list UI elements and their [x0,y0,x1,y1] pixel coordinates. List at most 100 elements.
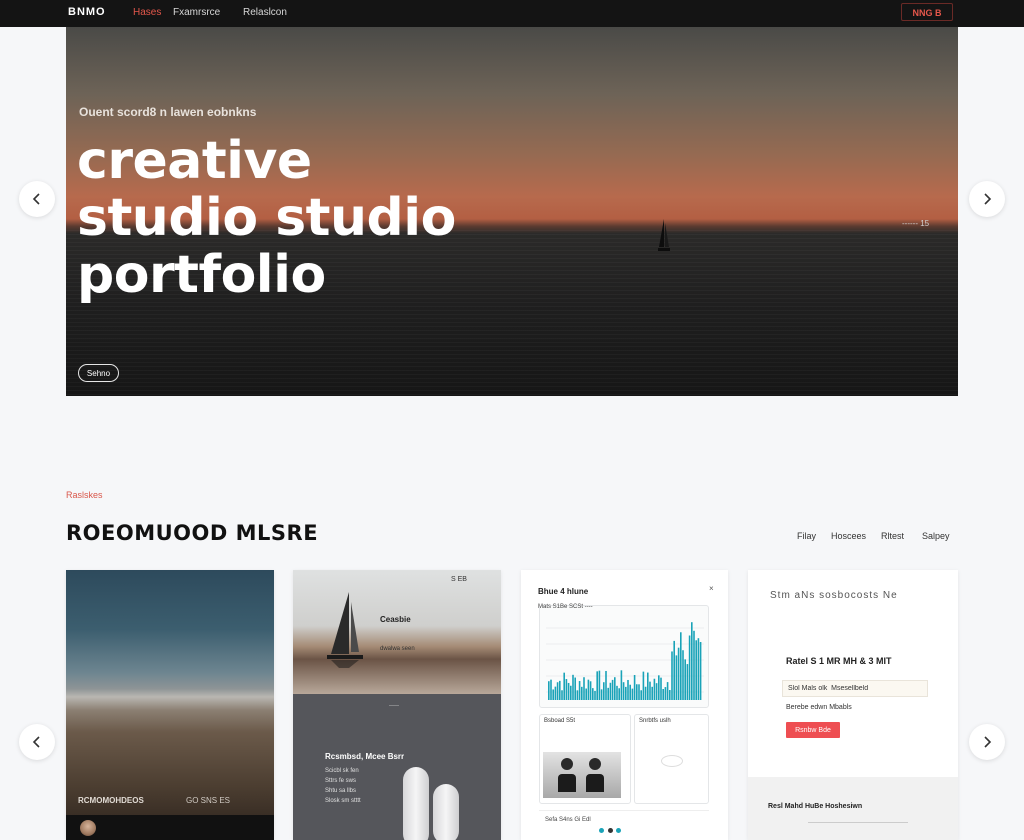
cards-next-button[interactable] [969,724,1005,760]
device-pill-1 [403,767,429,840]
chart-bar [658,675,660,700]
tile1-label: Bsboad S5t [544,718,576,724]
team-photo [543,752,621,798]
chart-bar [677,647,680,700]
chart-bar [614,677,616,700]
chart-bar [565,679,568,700]
card1-caption-meta: GO SNS ES [186,796,231,805]
card4-input[interactable] [782,680,928,697]
section-eyebrow: Raslskes [66,490,103,500]
chart-bar [603,682,605,700]
card4-sketch-heading: Stm aNs sosbocosts Ne [770,590,898,601]
chart-bar [561,690,563,700]
chart-bar [620,670,623,700]
chart-bar [697,638,700,700]
filter-3[interactable]: Rltest [881,531,904,541]
dashboard-chart [539,605,709,708]
chevron-right-icon [984,736,992,748]
portfolio-card-4[interactable]: Stm aNs sosbocosts Ne Ratel S 1 MR MH & … [748,570,958,840]
person-body [586,774,604,792]
chart-bar [662,689,664,700]
chart-bar [581,686,583,700]
nav-cta-button[interactable]: NNG B [901,3,953,21]
nav-link-1[interactable]: Hases [133,7,161,18]
chart-bar [554,686,557,700]
chart-bar [633,674,636,700]
card4-footer-title: Resl Mahd HuBe Hoshesiwn [768,803,863,810]
chart-bar [548,681,550,700]
tile2-label: Snrbtfs uslh [639,718,671,724]
sailboat-icon [658,219,670,251]
chart-bar [649,681,651,700]
hero-prev-button[interactable] [19,181,55,217]
hero-button[interactable]: Sehno [78,364,119,382]
person-head [561,758,573,770]
card2-panel-line-1: Scicbl sk fen [325,768,359,774]
close-icon[interactable]: × [709,584,714,593]
status-dots [599,828,623,834]
card2-panel-line-4: Slosk sm stttt [325,798,361,804]
avatar [80,820,96,836]
bar-chart [546,622,704,700]
chart-header: Mats S1Be SCSt ---- [538,604,593,610]
status-dot [607,828,613,833]
chart-bar [647,672,649,700]
chart-bar [618,688,620,700]
person-body [558,774,576,792]
hero-next-button[interactable] [969,181,1005,217]
chevron-left-icon [32,193,40,205]
cards-prev-button[interactable] [19,724,55,760]
chart-bar [572,674,574,700]
chart-bar [616,685,618,700]
filter-2[interactable]: Hoscees [831,531,866,541]
hero-title-line-3: portfolio [77,245,326,305]
chart-bar [691,622,693,700]
status-dot [599,828,604,833]
chart-bar [688,635,691,700]
card4-headline: Ratel S 1 MR MH & 3 MIT [786,656,892,666]
chart-bar [695,640,697,700]
chart-bar [699,641,702,700]
chart-bar [675,655,678,700]
chart-bar [644,686,647,700]
filter-1[interactable]: Filay [797,531,816,541]
chart-bar [660,677,662,700]
chart-bar [609,682,612,700]
card4-footer-line [808,822,908,823]
chart-bar [629,684,631,700]
card3-footer-text: Sefa S4ns Gi Edl [545,817,591,823]
chart-bar [622,682,625,700]
chart-bar [567,682,570,700]
chart-bar [600,689,603,700]
chart-bar [570,685,572,700]
card2-photo-label: Ceasbie [380,615,411,624]
chart-bar [578,681,581,700]
portfolio-card-1[interactable]: RCMOMOHDEOS GO SNS ES [66,570,274,840]
hero-title-line-1: creative [77,131,312,191]
portfolio-card-3[interactable]: Bhue 4 hlune × Mats S1Be SCSt ---- Bsboa… [521,570,728,840]
chart-bar [693,630,695,700]
chart-bar [638,684,640,700]
nav-link-3[interactable]: Relaslcon [243,7,287,18]
card1-footer [66,815,274,840]
brand-logo[interactable]: BNMO [68,6,106,18]
card2-panel-line-3: Shtu sa llbs [325,788,357,794]
hero-banner: Ouent scord8 n lawen eobnkns creative st… [66,27,958,396]
card4-cta-button[interactable]: Rsnbw Bde [786,722,840,738]
card1-caption: RCMOMOHDEOS [78,796,144,805]
hero-title-line-2: studio studio [77,188,456,248]
chart-bar [625,686,627,700]
nav-link-2[interactable]: Fxamrsrce [173,7,220,18]
portfolio-card-2[interactable]: S EB Ceasbie dwalwa seen ----- Rcsmbsd, … [293,570,501,840]
card2-divider: ----- [389,703,399,709]
chart-bar [552,689,554,700]
chart-bar [563,672,565,700]
card3-footer: Sefa S4ns Gi Edl [539,810,709,840]
card2-photo [293,570,501,694]
filter-4[interactable]: Salpey [922,531,950,541]
chart-bar [607,687,609,700]
top-navbar: BNMO Hases Fxamrsrce Relaslcon NNG B [0,0,1024,27]
chart-bar [627,679,629,700]
chart-bar [556,682,559,700]
hero-eyebrow: Ouent scord8 n lawen eobnkns [79,105,257,119]
